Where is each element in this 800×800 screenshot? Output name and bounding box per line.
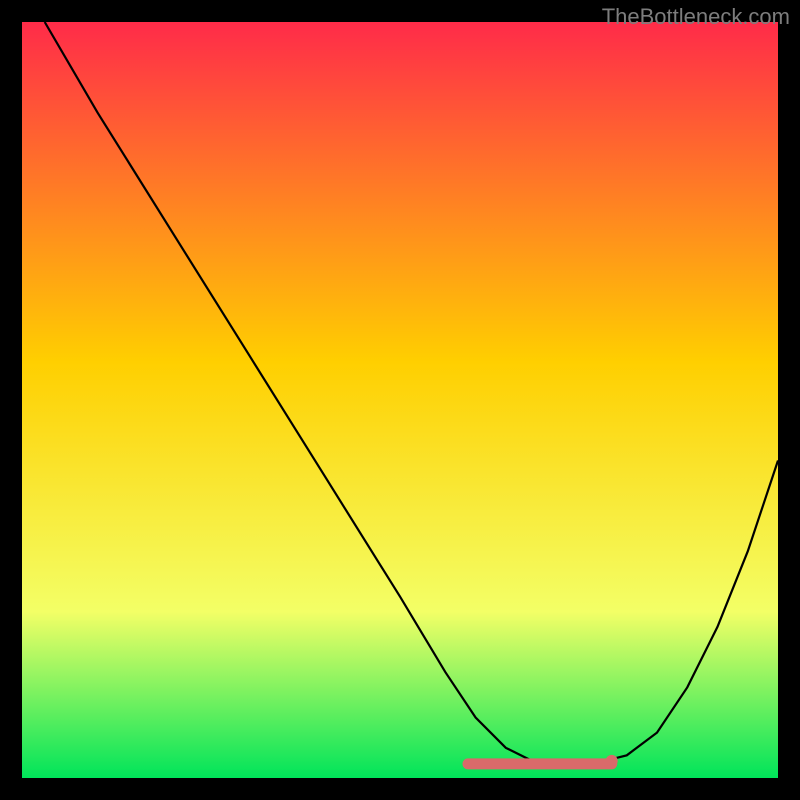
- flat-region-end-dot: [606, 755, 618, 767]
- bottleneck-chart: [22, 22, 778, 778]
- watermark-text: TheBottleneck.com: [602, 4, 790, 30]
- chart-container: [22, 22, 778, 778]
- gradient-background: [22, 22, 778, 778]
